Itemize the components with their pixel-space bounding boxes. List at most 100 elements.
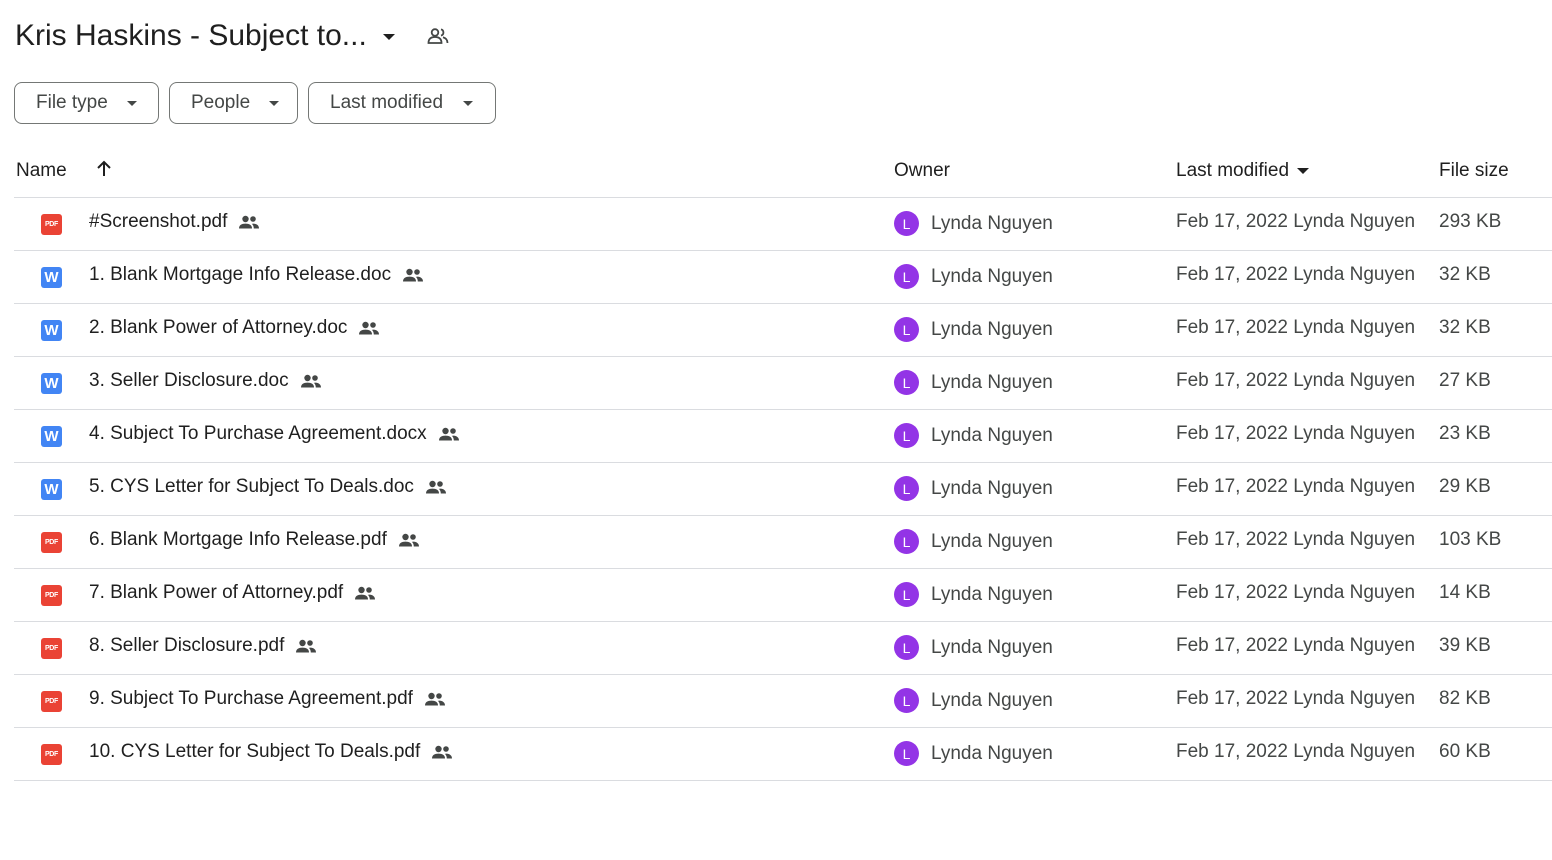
last-modified-column-header[interactable]: Last modified [1176,160,1310,182]
owner-name: Lynda Nguyen [931,318,1053,340]
owner-name: Lynda Nguyen [931,265,1053,287]
file-row[interactable]: W 1. Blank Mortgage Info Release.doc L Lynd… [14,251,1552,304]
last-modified-cell: Feb 17, 2022 Lynda Nguyen [1176,211,1416,232]
owner-name: Lynda Nguyen [931,424,1053,446]
name-column-header[interactable]: Name [16,160,67,182]
title-bar: Kris Haskins - Subject to... [15,14,449,58]
file-name: 1. Blank Mortgage Info Release.doc [89,264,392,285]
owner-name: Lynda Nguyen [931,212,1053,234]
file-row[interactable]: PDF #Screenshot.pdf L Lynda Nguyen Feb 17, 2… [14,198,1552,251]
avatar: L [894,370,919,395]
file-name-cell[interactable]: 4. Subject To Purchase Agreement.docx [89,423,460,445]
shared-people-icon [295,639,317,653]
shared-people-icon [402,268,424,282]
last-modified-cell: Feb 17, 2022 Lynda Nguyen [1176,370,1416,391]
file-size-cell: 23 KB [1439,423,1491,444]
file-size-cell: 39 KB [1439,635,1491,656]
last-modified-cell: Feb 17, 2022 Lynda Nguyen [1176,423,1416,444]
file-size-column-header[interactable]: File size [1439,160,1509,182]
arrow-up-icon[interactable] [94,159,114,185]
owner-name: Lynda Nguyen [931,689,1053,711]
file-name-cell[interactable]: 2. Blank Power of Attorney.doc [89,317,380,339]
last-modified-cell: Feb 17, 2022 Lynda Nguyen [1176,635,1416,656]
file-name-cell[interactable]: 5. CYS Letter for Subject To Deals.doc [89,476,447,498]
people-filter[interactable]: People [169,82,298,124]
file-row[interactable]: W 4. Subject To Purchase Agreement.docx L L… [14,410,1552,463]
avatar: L [894,264,919,289]
last-modified-cell: Feb 17, 2022 Lynda Nguyen [1176,688,1416,709]
last-modified-filter[interactable]: Last modified [308,82,496,124]
avatar: L [894,582,919,607]
file-name: 6. Blank Mortgage Info Release.pdf [89,529,387,550]
file-name-cell[interactable]: 9. Subject To Purchase Agreement.pdf [89,688,446,710]
file-size-cell: 29 KB [1439,476,1491,497]
file-name-cell[interactable]: 10. CYS Letter for Subject To Deals.pdf [89,741,453,763]
shared-people-icon [354,586,376,600]
owner-cell: L Lynda Nguyen [894,370,1053,395]
file-row[interactable]: W 2. Blank Power of Attorney.doc L Lynda Ng… [14,304,1552,357]
file-size-cell: 103 KB [1439,529,1502,550]
file-name-cell[interactable]: #Screenshot.pdf [89,211,260,233]
file-type-filter[interactable]: File type [14,82,159,124]
file-name-cell[interactable]: 7. Blank Power of Attorney.pdf [89,582,376,604]
file-size-cell: 14 KB [1439,582,1491,603]
word-file-icon: W [41,267,62,288]
file-row[interactable]: PDF 9. Subject To Purchase Agreement.pdf L… [14,675,1552,728]
owner-cell: L Lynda Nguyen [894,582,1053,607]
caret-down-icon[interactable] [382,34,395,40]
caret-down-icon [269,100,280,106]
shared-people-icon [424,692,446,706]
file-row[interactable]: W 3. Seller Disclosure.doc L Lynda Nguyen Fe… [14,357,1552,410]
file-row[interactable]: PDF 7. Blank Power of Attorney.pdf L Lynda … [14,569,1552,622]
owner-cell: L Lynda Nguyen [894,423,1053,448]
file-size-cell: 60 KB [1439,741,1491,762]
last-modified-filter-label: Last modified [330,92,444,113]
owner-name: Lynda Nguyen [931,477,1053,499]
caret-down-icon [1297,168,1310,174]
file-row[interactable]: PDF 6. Blank Mortgage Info Release.pdf L Ly… [14,516,1552,569]
owner-cell: L Lynda Nguyen [894,529,1053,554]
avatar: L [894,529,919,554]
shared-people-icon [438,427,460,441]
owner-cell: L Lynda Nguyen [894,211,1053,236]
owner-name: Lynda Nguyen [931,371,1053,393]
pdf-file-icon: PDF [41,744,62,765]
avatar: L [894,317,919,342]
shared-folder-icon[interactable] [427,27,449,45]
owner-name: Lynda Nguyen [931,583,1053,605]
file-size-cell: 27 KB [1439,370,1491,391]
pdf-file-icon: PDF [41,214,62,235]
owner-cell: L Lynda Nguyen [894,688,1053,713]
file-name-cell[interactable]: 1. Blank Mortgage Info Release.doc [89,264,424,286]
owner-cell: L Lynda Nguyen [894,635,1053,660]
file-row[interactable]: PDF 10. CYS Letter for Subject To Deals.p… [14,728,1552,781]
caret-down-icon [126,100,137,106]
shared-people-icon [398,533,420,547]
file-name-cell[interactable]: 3. Seller Disclosure.doc [89,370,322,392]
file-name: 4. Subject To Purchase Agreement.docx [89,423,427,444]
file-name-cell[interactable]: 8. Seller Disclosure.pdf [89,635,317,657]
avatar: L [894,635,919,660]
avatar: L [894,476,919,501]
shared-people-icon [358,321,380,335]
last-modified-cell: Feb 17, 2022 Lynda Nguyen [1176,264,1416,285]
file-row[interactable]: W 5. CYS Letter for Subject To Deals.doc L… [14,463,1552,516]
avatar: L [894,211,919,236]
last-modified-cell: Feb 17, 2022 Lynda Nguyen [1176,476,1416,497]
file-row[interactable]: PDF 8. Seller Disclosure.pdf L Lynda Nguyen… [14,622,1552,675]
pdf-file-icon: PDF [41,532,62,553]
file-name-cell[interactable]: 6. Blank Mortgage Info Release.pdf [89,529,420,551]
last-modified-cell: Feb 17, 2022 Lynda Nguyen [1176,741,1416,762]
owner-column-header[interactable]: Owner [894,160,950,182]
file-name: 8. Seller Disclosure.pdf [89,635,285,656]
owner-cell: L Lynda Nguyen [894,741,1053,766]
file-size-cell: 293 KB [1439,211,1502,232]
file-type-filter-label: File type [36,92,108,113]
word-file-icon: W [41,373,62,394]
file-rows: PDF #Screenshot.pdf L Lynda Nguyen Feb 17, 2… [14,198,1552,781]
last-modified-column-label: Last modified [1176,160,1290,181]
folder-title[interactable]: Kris Haskins - Subject to... [15,19,367,53]
file-list: Name Owner Last modified File size PDF #S… [14,145,1552,781]
file-name: 7. Blank Power of Attorney.pdf [89,582,344,603]
file-list-header: Name Owner Last modified File size [14,145,1552,198]
